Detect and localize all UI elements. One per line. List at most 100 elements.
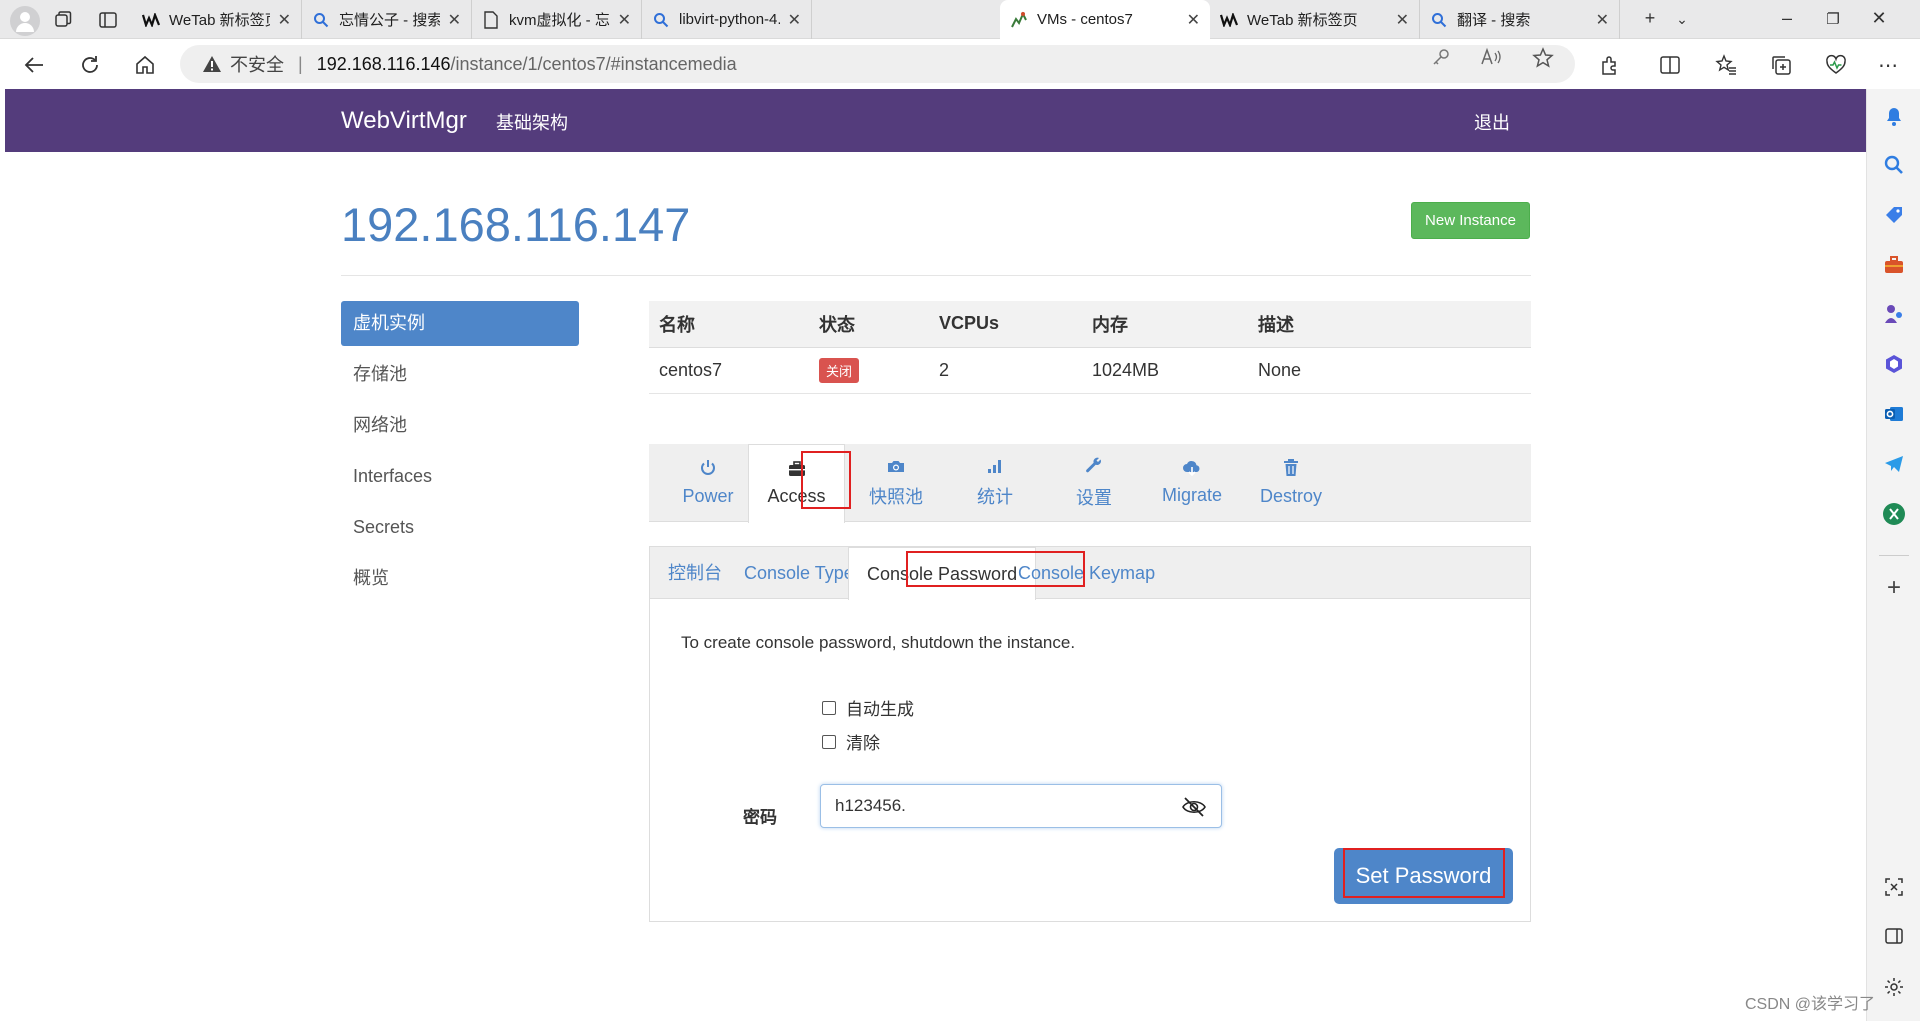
- password-value: h123456.: [835, 796, 906, 815]
- browser-tab-1[interactable]: WeTab 新标签页 ✕: [132, 0, 302, 39]
- url-host: 192.168.116.146: [316, 53, 451, 74]
- performance-icon[interactable]: [1822, 51, 1850, 79]
- new-tab-icon[interactable]: +: [1638, 8, 1662, 29]
- eye-slash-icon[interactable]: [1181, 795, 1207, 819]
- screenshot-icon[interactable]: [1881, 874, 1907, 900]
- tab-console-keymap[interactable]: Console Keymap: [1000, 547, 1173, 599]
- chevron-down-icon[interactable]: ⌄: [1670, 11, 1694, 28]
- back-icon[interactable]: [20, 51, 48, 79]
- settings-gear-icon[interactable]: [1881, 974, 1907, 1000]
- wetab-icon: [142, 11, 160, 29]
- column-header-vcpus: VCPUs: [929, 301, 1082, 348]
- webvirt-icon: [1010, 11, 1028, 29]
- trash-icon: [1283, 459, 1299, 482]
- clear-checkbox[interactable]: [822, 734, 836, 749]
- browser-tab-7[interactable]: 翻译 - 搜索 ✕: [1420, 0, 1620, 39]
- column-header-description: 描述: [1248, 301, 1531, 348]
- side-item-overview[interactable]: 概览: [341, 556, 579, 601]
- collections-icon[interactable]: [1767, 51, 1795, 79]
- side-item-networks[interactable]: 网络池: [341, 403, 579, 448]
- more-options-icon[interactable]: ⋯: [1874, 51, 1902, 79]
- close-window-icon[interactable]: ✕: [1867, 8, 1891, 29]
- column-header-memory: 内存: [1082, 301, 1248, 348]
- sidebar-toggle-icon[interactable]: [1881, 923, 1907, 949]
- table-header-row: 名称 状态 VCPUs 内存 描述: [649, 301, 1531, 348]
- close-icon[interactable]: ✕: [618, 10, 631, 30]
- bell-icon[interactable]: [1881, 103, 1907, 129]
- close-icon[interactable]: ✕: [788, 10, 801, 30]
- toolbox-icon[interactable]: [1881, 252, 1907, 278]
- address-toolbar: 不安全 | 192.168.116.146 /instance/1/centos…: [0, 39, 1920, 89]
- shutdown-notice: To create console password, shutdown the…: [681, 633, 1076, 652]
- extensions-icon[interactable]: [1596, 51, 1624, 79]
- key-icon[interactable]: [1428, 47, 1454, 72]
- excel-icon[interactable]: [1881, 501, 1907, 527]
- infrastructure-link[interactable]: 基础架构: [496, 109, 568, 135]
- watermark: CSDN @该学习了: [1745, 996, 1876, 1013]
- tab-access[interactable]: Access: [748, 444, 845, 523]
- side-item-instances[interactable]: 虚机实例: [341, 301, 579, 346]
- table-row: centos7 关闭 2 1024MB None: [649, 347, 1531, 394]
- warning-icon[interactable]: [202, 54, 222, 74]
- browser-tab-active[interactable]: VMs - centos7 ✕: [1000, 0, 1210, 39]
- home-icon[interactable]: [131, 51, 159, 79]
- logout-link[interactable]: 退出: [1474, 109, 1510, 135]
- browser-tab-3[interactable]: kvm虚拟化 - 忘情么 ✕: [472, 0, 642, 39]
- telegram-icon[interactable]: [1881, 451, 1907, 477]
- split-screen-icon[interactable]: [1656, 51, 1684, 79]
- search-icon: [1430, 11, 1448, 29]
- shopping-tag-icon[interactable]: [1881, 202, 1907, 228]
- close-icon[interactable]: ✕: [1187, 10, 1200, 30]
- side-item-secrets[interactable]: Secrets: [341, 505, 579, 550]
- browser-sidebar: +: [1866, 89, 1920, 1021]
- browser-tab-4[interactable]: libvirt-python-4.5.0 ✕: [642, 0, 812, 39]
- tab-destroy[interactable]: Destroy: [1232, 444, 1350, 522]
- close-icon[interactable]: ✕: [448, 10, 461, 30]
- close-icon[interactable]: ✕: [1396, 10, 1409, 30]
- browser-tab-6[interactable]: WeTab 新标签页 ✕: [1210, 0, 1420, 39]
- webvirtmgr-page: WebVirtMgr 基础架构 退出 192.168.116.147 New I…: [5, 89, 1866, 1021]
- add-icon[interactable]: +: [1881, 574, 1907, 601]
- auto-generate-checkbox[interactable]: [822, 700, 836, 715]
- favorites-icon[interactable]: [1712, 51, 1740, 79]
- close-icon[interactable]: ✕: [278, 10, 291, 30]
- favorite-star-icon[interactable]: [1530, 47, 1556, 74]
- url-field[interactable]: 不安全 | 192.168.116.146 /instance/1/centos…: [180, 45, 1575, 83]
- column-header-status: 状态: [809, 301, 929, 348]
- insecure-label: 不安全: [230, 55, 284, 75]
- wrench-icon: [1085, 457, 1103, 480]
- tab-power-label: Power: [682, 486, 734, 506]
- restore-icon[interactable]: ❐: [1821, 10, 1845, 28]
- tab-actions-icon[interactable]: [97, 9, 119, 31]
- set-password-button[interactable]: Set Password: [1334, 848, 1513, 904]
- clear-label: 清除: [846, 734, 880, 753]
- url-separator: |: [298, 53, 303, 74]
- wetab-icon: [1220, 11, 1238, 29]
- cell-vcpus: 2: [929, 347, 1082, 394]
- minimize-icon[interactable]: –: [1775, 8, 1799, 29]
- refresh-icon[interactable]: [76, 51, 104, 79]
- access-sub-tabs: 控制台 Console Type Console Password Consol…: [650, 547, 1530, 600]
- briefcase-icon: [788, 461, 806, 482]
- office-icon[interactable]: [1881, 351, 1907, 377]
- games-icon[interactable]: [1881, 301, 1907, 327]
- side-item-interfaces[interactable]: Interfaces: [341, 454, 579, 499]
- instance-table: 名称 状态 VCPUs 内存 描述 centos7 关闭 2 1024MB No…: [649, 301, 1531, 394]
- cell-status: 关闭: [809, 347, 929, 394]
- browser-tab-2[interactable]: 忘情公子 - 搜索 ✕: [302, 0, 472, 39]
- password-field[interactable]: h123456.: [820, 784, 1222, 828]
- sidebar-divider: [1879, 555, 1909, 556]
- auto-generate-option[interactable]: 自动生成: [822, 695, 914, 720]
- profile-avatar[interactable]: [10, 6, 40, 36]
- side-item-storage[interactable]: 存储池: [341, 352, 579, 397]
- side-menu: 虚机实例 存储池 网络池 Interfaces Secrets 概览: [341, 301, 579, 607]
- tab-settings-label: 设置: [1076, 487, 1112, 508]
- outlook-icon[interactable]: [1881, 401, 1907, 427]
- workspaces-icon[interactable]: [52, 9, 74, 31]
- new-instance-button[interactable]: New Instance: [1411, 202, 1530, 239]
- read-aloud-icon[interactable]: [1478, 47, 1504, 72]
- search-icon[interactable]: [1881, 152, 1907, 178]
- close-icon[interactable]: ✕: [1596, 10, 1609, 30]
- brand-link[interactable]: WebVirtMgr: [341, 107, 467, 135]
- clear-option[interactable]: 清除: [822, 729, 880, 754]
